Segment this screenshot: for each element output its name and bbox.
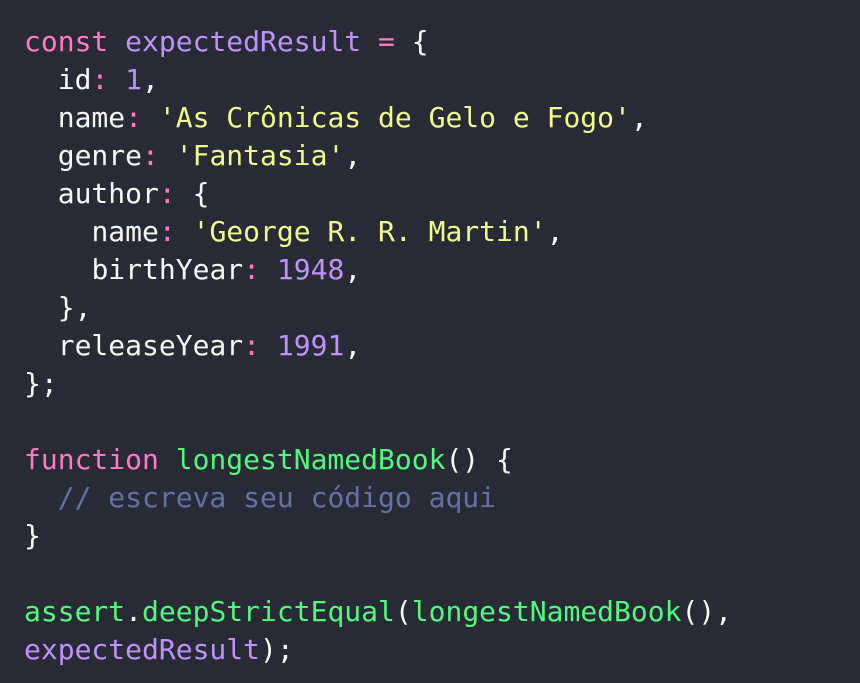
code-line: }; (24, 365, 732, 403)
punctuation-token (24, 481, 58, 514)
keyword-token: function (24, 443, 159, 476)
code-line: genre: 'Fantasia', (24, 137, 732, 175)
code-line: const expectedResult = { (24, 23, 732, 61)
punctuation-token (24, 139, 58, 172)
punctuation-token: , (344, 253, 362, 286)
number-literal: 1991 (276, 329, 345, 362)
variable-token: expectedResult (125, 25, 362, 58)
property-name-token: name (57, 101, 126, 134)
punctuation-token (361, 25, 378, 58)
punctuation-token: , (344, 139, 362, 172)
punctuation-token: , (344, 329, 362, 362)
string-literal: 'George R. R. Martin' (192, 215, 547, 248)
string-literal: 'As Crônicas de Gelo e Fogo' (158, 101, 631, 134)
code-line: releaseYear: 1991, (24, 327, 732, 365)
comment-token: // escreva seu código aqui (57, 481, 497, 514)
code-line-empty: ​ (24, 555, 732, 593)
number-literal: 1 (125, 63, 143, 96)
string-literal: 'Fantasia' (175, 139, 345, 172)
code-line: author: { (24, 175, 732, 213)
punctuation-token (24, 63, 58, 96)
keyword-token: const (24, 25, 109, 58)
variable-token: expectedResult (24, 633, 261, 666)
operator-token: : (142, 139, 159, 172)
punctuation-token (260, 329, 277, 362)
operator-token: : (243, 329, 261, 362)
property-name-token: genre (57, 139, 143, 172)
code-line: id: 1, (24, 61, 732, 99)
punctuation-token: } (24, 519, 41, 552)
punctuation-token (159, 443, 176, 476)
operator-token: : (158, 215, 176, 248)
property-name-token: releaseYear (57, 329, 244, 362)
number-literal: 1948 (276, 253, 345, 286)
punctuation-token (24, 253, 91, 286)
punctuation-token: , (546, 215, 564, 248)
property-name-token: id (57, 63, 92, 96)
operator-token: : (158, 177, 176, 210)
punctuation-token (142, 101, 159, 134)
punctuation-token (159, 139, 176, 172)
punctuation-token (24, 177, 58, 210)
punctuation-token: , (630, 101, 648, 134)
code-line: assert.deepStrictEqual(longestNamedBook(… (24, 593, 732, 631)
code-line: // escreva seu código aqui (24, 479, 732, 517)
code-line: }, (24, 289, 732, 327)
property-name-token: birthYear (91, 253, 244, 286)
punctuation-token: () { (445, 443, 513, 476)
punctuation-token: (), (681, 595, 733, 628)
punctuation-token: ); (260, 633, 294, 666)
operator-token: = (378, 25, 395, 58)
punctuation-token: }, (24, 291, 92, 324)
operator-token: : (243, 253, 261, 286)
punctuation-token: ( (394, 595, 412, 628)
punctuation-token (108, 25, 125, 58)
code-line: expectedResult); (24, 631, 732, 669)
punctuation-token: }; (24, 367, 58, 400)
property-name-token: name (91, 215, 159, 248)
punctuation-token: { (394, 25, 429, 58)
punctuation-token (24, 101, 58, 134)
punctuation-token (24, 329, 58, 362)
operator-token: : (125, 101, 143, 134)
code-line: function longestNamedBook() { (24, 441, 732, 479)
code-line: } (24, 517, 732, 555)
function-name-token: longestNamedBook (175, 443, 446, 476)
function-name-token: assert (24, 595, 126, 628)
code-editor: const expectedResult = { id: 1, name: 'A… (0, 0, 860, 683)
punctuation-token: , (142, 63, 159, 96)
function-name-token: longestNamedBook (411, 595, 682, 628)
punctuation-token: { (175, 177, 210, 210)
punctuation-token: . (125, 595, 143, 628)
code-line: birthYear: 1948, (24, 251, 732, 289)
punctuation-token (108, 63, 125, 96)
operator-token: : (91, 63, 109, 96)
function-name-token: deepStrictEqual (142, 595, 395, 628)
code-block: const expectedResult = { id: 1, name: 'A… (24, 23, 732, 669)
punctuation-token (260, 253, 277, 286)
code-line: name: 'As Crônicas de Gelo e Fogo', (24, 99, 732, 137)
property-name-token: author (57, 177, 159, 210)
punctuation-token (24, 215, 91, 248)
punctuation-token (176, 215, 193, 248)
code-line: name: 'George R. R. Martin', (24, 213, 732, 251)
code-line-empty: ​ (24, 403, 732, 441)
